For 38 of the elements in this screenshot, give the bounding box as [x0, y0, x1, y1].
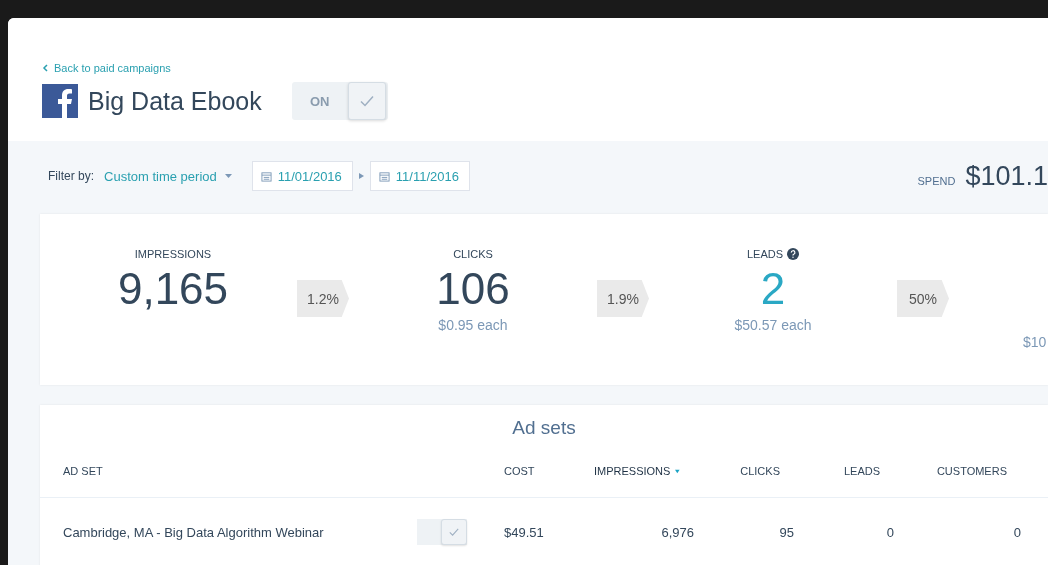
- metric-label: IMPRESSIONS: [134, 248, 212, 260]
- arrow-right-icon: [358, 173, 364, 179]
- table-cell-text: 6,976: [660, 524, 694, 540]
- metric-value: 9,165: [117, 263, 229, 315]
- column-header[interactable]: CLICKS: [694, 465, 794, 477]
- chevron-left-icon: [42, 64, 48, 72]
- table-title: Ad sets: [511, 416, 577, 440]
- table-cell-text: 0: [885, 524, 894, 540]
- filter-label: Filter by:: [48, 169, 94, 183]
- table-cell-text: 95: [778, 524, 794, 540]
- metric-cost: $10: [1023, 334, 1047, 350]
- row-toggle[interactable]: [417, 519, 467, 545]
- column-header[interactable]: LEADS: [794, 465, 894, 477]
- help-icon[interactable]: [787, 248, 800, 260]
- metric-label: LEADS: [746, 248, 784, 260]
- spend-label: SPEND: [917, 174, 956, 187]
- caret-icon: [224, 174, 232, 178]
- metric-cost: $50.57 each: [734, 317, 812, 333]
- table-cell-text: 0: [1012, 524, 1021, 540]
- conversion-rate: 1.2%: [297, 280, 349, 317]
- sort-down-icon: [675, 467, 680, 475]
- spend-value: $101.1: [965, 160, 1048, 192]
- metric-value: 106: [436, 263, 510, 315]
- metric-cost: $0.95 each: [438, 317, 508, 333]
- facebook-logo-icon: [42, 84, 78, 118]
- column-header[interactable]: CUSTOMERS: [894, 465, 1021, 477]
- calendar-icon: [378, 170, 390, 182]
- column-header[interactable]: COST: [504, 465, 594, 477]
- calendar-icon: [260, 170, 272, 182]
- metric-label: CLICKS: [453, 248, 493, 260]
- metric-value: 2: [760, 263, 786, 315]
- column-header[interactable]: IMPRESSIONS: [594, 465, 694, 477]
- ad-set-name: Cambridge, MA - Big Data Algorithm Webinar: [63, 524, 325, 540]
- campaign-title: Big Data Ebook: [88, 86, 262, 116]
- conversion-rate: 50%: [897, 280, 949, 317]
- conversion-rate: 1.9%: [597, 280, 649, 317]
- table-cell-text: $49.51: [504, 524, 545, 540]
- column-header[interactable]: AD SET: [63, 465, 400, 477]
